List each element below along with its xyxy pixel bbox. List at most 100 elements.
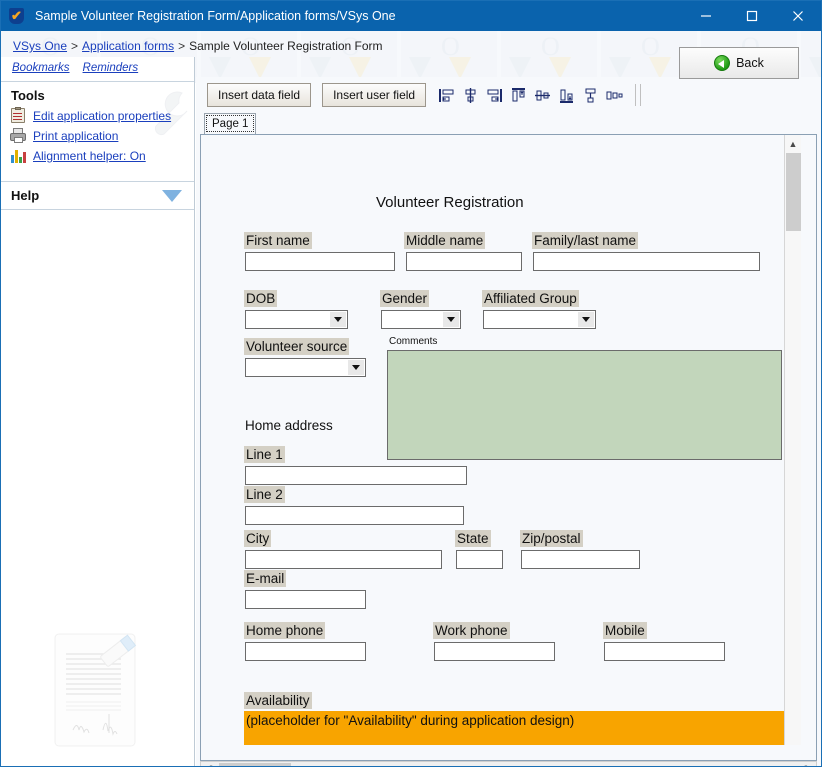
breadcrumb-item-application-forms[interactable]: Application forms [82, 39, 174, 53]
align-right-icon[interactable] [484, 85, 505, 106]
field-input-work-phone[interactable] [434, 642, 555, 661]
field-label-line-1[interactable]: Line 1 [244, 446, 285, 463]
breadcrumb-item-current: Sample Volunteer Registration Form [189, 39, 383, 53]
sidebar-link-bookmarks[interactable]: Bookmarks [12, 62, 70, 74]
back-button[interactable]: Back [679, 47, 799, 79]
field-label-mobile[interactable]: Mobile [603, 622, 647, 639]
toolbar-divider [635, 84, 637, 106]
field-label-home-phone[interactable]: Home phone [244, 622, 326, 639]
sidebar-help-heading: Help [11, 188, 40, 203]
sidebar-tools-heading: Tools [11, 88, 45, 103]
sidebar-item-print-application[interactable]: Print application [10, 127, 118, 144]
field-label-affiliated-group[interactable]: Affiliated Group [482, 290, 579, 307]
back-button-label: Back [736, 56, 764, 70]
sidebar-link-reminders[interactable]: Reminders [83, 62, 139, 74]
field-label-work-phone[interactable]: Work phone [433, 622, 510, 639]
horizontal-scrollbar[interactable]: ❮ ❯ [200, 761, 817, 767]
field-label-line-2[interactable]: Line 2 [244, 486, 285, 503]
sidebar-item-label: Print application [33, 128, 119, 143]
scroll-right-button[interactable]: ❯ [799, 762, 816, 767]
sidebar-item-label: Edit application properties [33, 108, 172, 123]
field-label-email[interactable]: E-mail [244, 570, 287, 587]
field-input-affiliated-group[interactable] [483, 310, 596, 329]
align-top-icon[interactable] [508, 85, 529, 106]
chevron-down-icon[interactable] [443, 312, 459, 327]
application-window: ✔ Sample Volunteer Registration Form/App… [0, 0, 822, 767]
chevron-down-icon[interactable] [162, 190, 182, 202]
align-center-horizontal-icon[interactable] [460, 85, 481, 106]
field-input-email[interactable] [245, 590, 366, 609]
bar-chart-icon [10, 147, 27, 164]
field-label-volunteer-source[interactable]: Volunteer source [244, 338, 350, 355]
chevron-down-icon[interactable] [348, 360, 364, 375]
field-input-gender[interactable] [381, 310, 461, 329]
field-label-family-last-name[interactable]: Family/last name [532, 232, 639, 249]
field-input-line-2[interactable] [245, 506, 464, 525]
horizontal-scrollbar-thumb[interactable] [219, 763, 291, 766]
sidebar-nav-links: Bookmarks Reminders [12, 62, 151, 74]
breadcrumb-separator: > [71, 39, 79, 53]
align-middle-icon[interactable] [532, 85, 553, 106]
field-input-home-phone[interactable] [245, 642, 366, 661]
field-label-first-name[interactable]: First name [244, 232, 312, 249]
breadcrumb-item-vsys-one[interactable]: VSys One [13, 39, 67, 53]
field-label-state[interactable]: State [455, 530, 491, 547]
maximize-button[interactable] [729, 1, 775, 31]
distribute-vertical-icon[interactable] [580, 85, 601, 106]
alignment-button-group [436, 85, 625, 106]
sidebar-item-edit-application-properties[interactable]: Edit application properties [10, 107, 171, 124]
field-label-comments[interactable]: Comments [389, 336, 437, 348]
main-panel: Insert data field Insert user field Page… [196, 77, 821, 767]
availability-placeholder-block[interactable]: (placeholder for "Availability" during a… [244, 711, 789, 745]
align-bottom-icon[interactable] [556, 85, 577, 106]
chevron-down-icon[interactable] [330, 312, 346, 327]
breadcrumb: VSys One > Application forms > Sample Volunt… [13, 39, 383, 53]
vertical-scrollbar[interactable]: ▲ [784, 135, 801, 745]
insert-data-field-button[interactable]: Insert data field [207, 83, 312, 107]
toolbar-divider [640, 84, 642, 106]
field-label-gender[interactable]: Gender [380, 290, 430, 307]
form-canvas[interactable]: Volunteer Registration First name Middle… [201, 135, 801, 745]
field-label-dob[interactable]: DOB [244, 290, 278, 307]
vsys-shield-icon: ✔ [8, 7, 26, 25]
field-label-availability[interactable]: Availability [244, 692, 312, 709]
insert-user-field-button[interactable]: Insert user field [322, 83, 427, 107]
form-canvas-container: Volunteer Registration First name Middle… [200, 134, 817, 761]
field-input-mobile[interactable] [604, 642, 725, 661]
clipboard-icon [10, 107, 27, 124]
field-input-city[interactable] [245, 550, 442, 569]
minimize-button[interactable] [683, 1, 729, 31]
tab-page-1[interactable]: Page 1 [204, 113, 257, 134]
scroll-up-button[interactable]: ▲ [785, 135, 801, 152]
chevron-down-icon[interactable] [578, 312, 594, 327]
field-input-line-1[interactable] [245, 466, 467, 485]
field-input-zip-postal[interactable] [521, 550, 640, 569]
field-input-state[interactable] [456, 550, 503, 569]
section-label-home-address[interactable]: Home address [245, 417, 333, 434]
field-input-volunteer-source[interactable] [245, 358, 366, 377]
field-input-dob[interactable] [245, 310, 348, 329]
sidebar-item-label: Alignment helper: On [33, 148, 146, 163]
field-input-middle-name[interactable] [406, 252, 522, 271]
page-tab-strip: Page 1 [196, 113, 821, 134]
field-input-comments[interactable] [387, 350, 782, 460]
editor-toolbar: Insert data field Insert user field [196, 77, 821, 113]
close-button[interactable] [775, 1, 821, 31]
field-label-middle-name[interactable]: Middle name [404, 232, 486, 249]
scroll-left-button[interactable]: ❮ [201, 762, 218, 767]
breadcrumb-separator: > [178, 39, 186, 53]
title-bar: ✔ Sample Volunteer Registration Form/App… [1, 1, 821, 31]
sidebar-item-alignment-helper[interactable]: Alignment helper: On [10, 147, 146, 164]
window-title: Sample Volunteer Registration Form/Appli… [35, 9, 396, 23]
align-left-icon[interactable] [436, 85, 457, 106]
distribute-horizontal-icon[interactable] [604, 85, 625, 106]
printer-icon [10, 127, 27, 144]
form-title[interactable]: Volunteer Registration [376, 193, 524, 212]
field-input-first-name[interactable] [245, 252, 395, 271]
sidebar-divider [1, 209, 194, 210]
field-input-family-last-name[interactable] [533, 252, 760, 271]
field-label-zip-postal[interactable]: Zip/postal [520, 530, 583, 547]
field-label-city[interactable]: City [244, 530, 272, 547]
vertical-scrollbar-thumb[interactable] [786, 153, 801, 231]
document-watermark-icon [54, 633, 137, 747]
